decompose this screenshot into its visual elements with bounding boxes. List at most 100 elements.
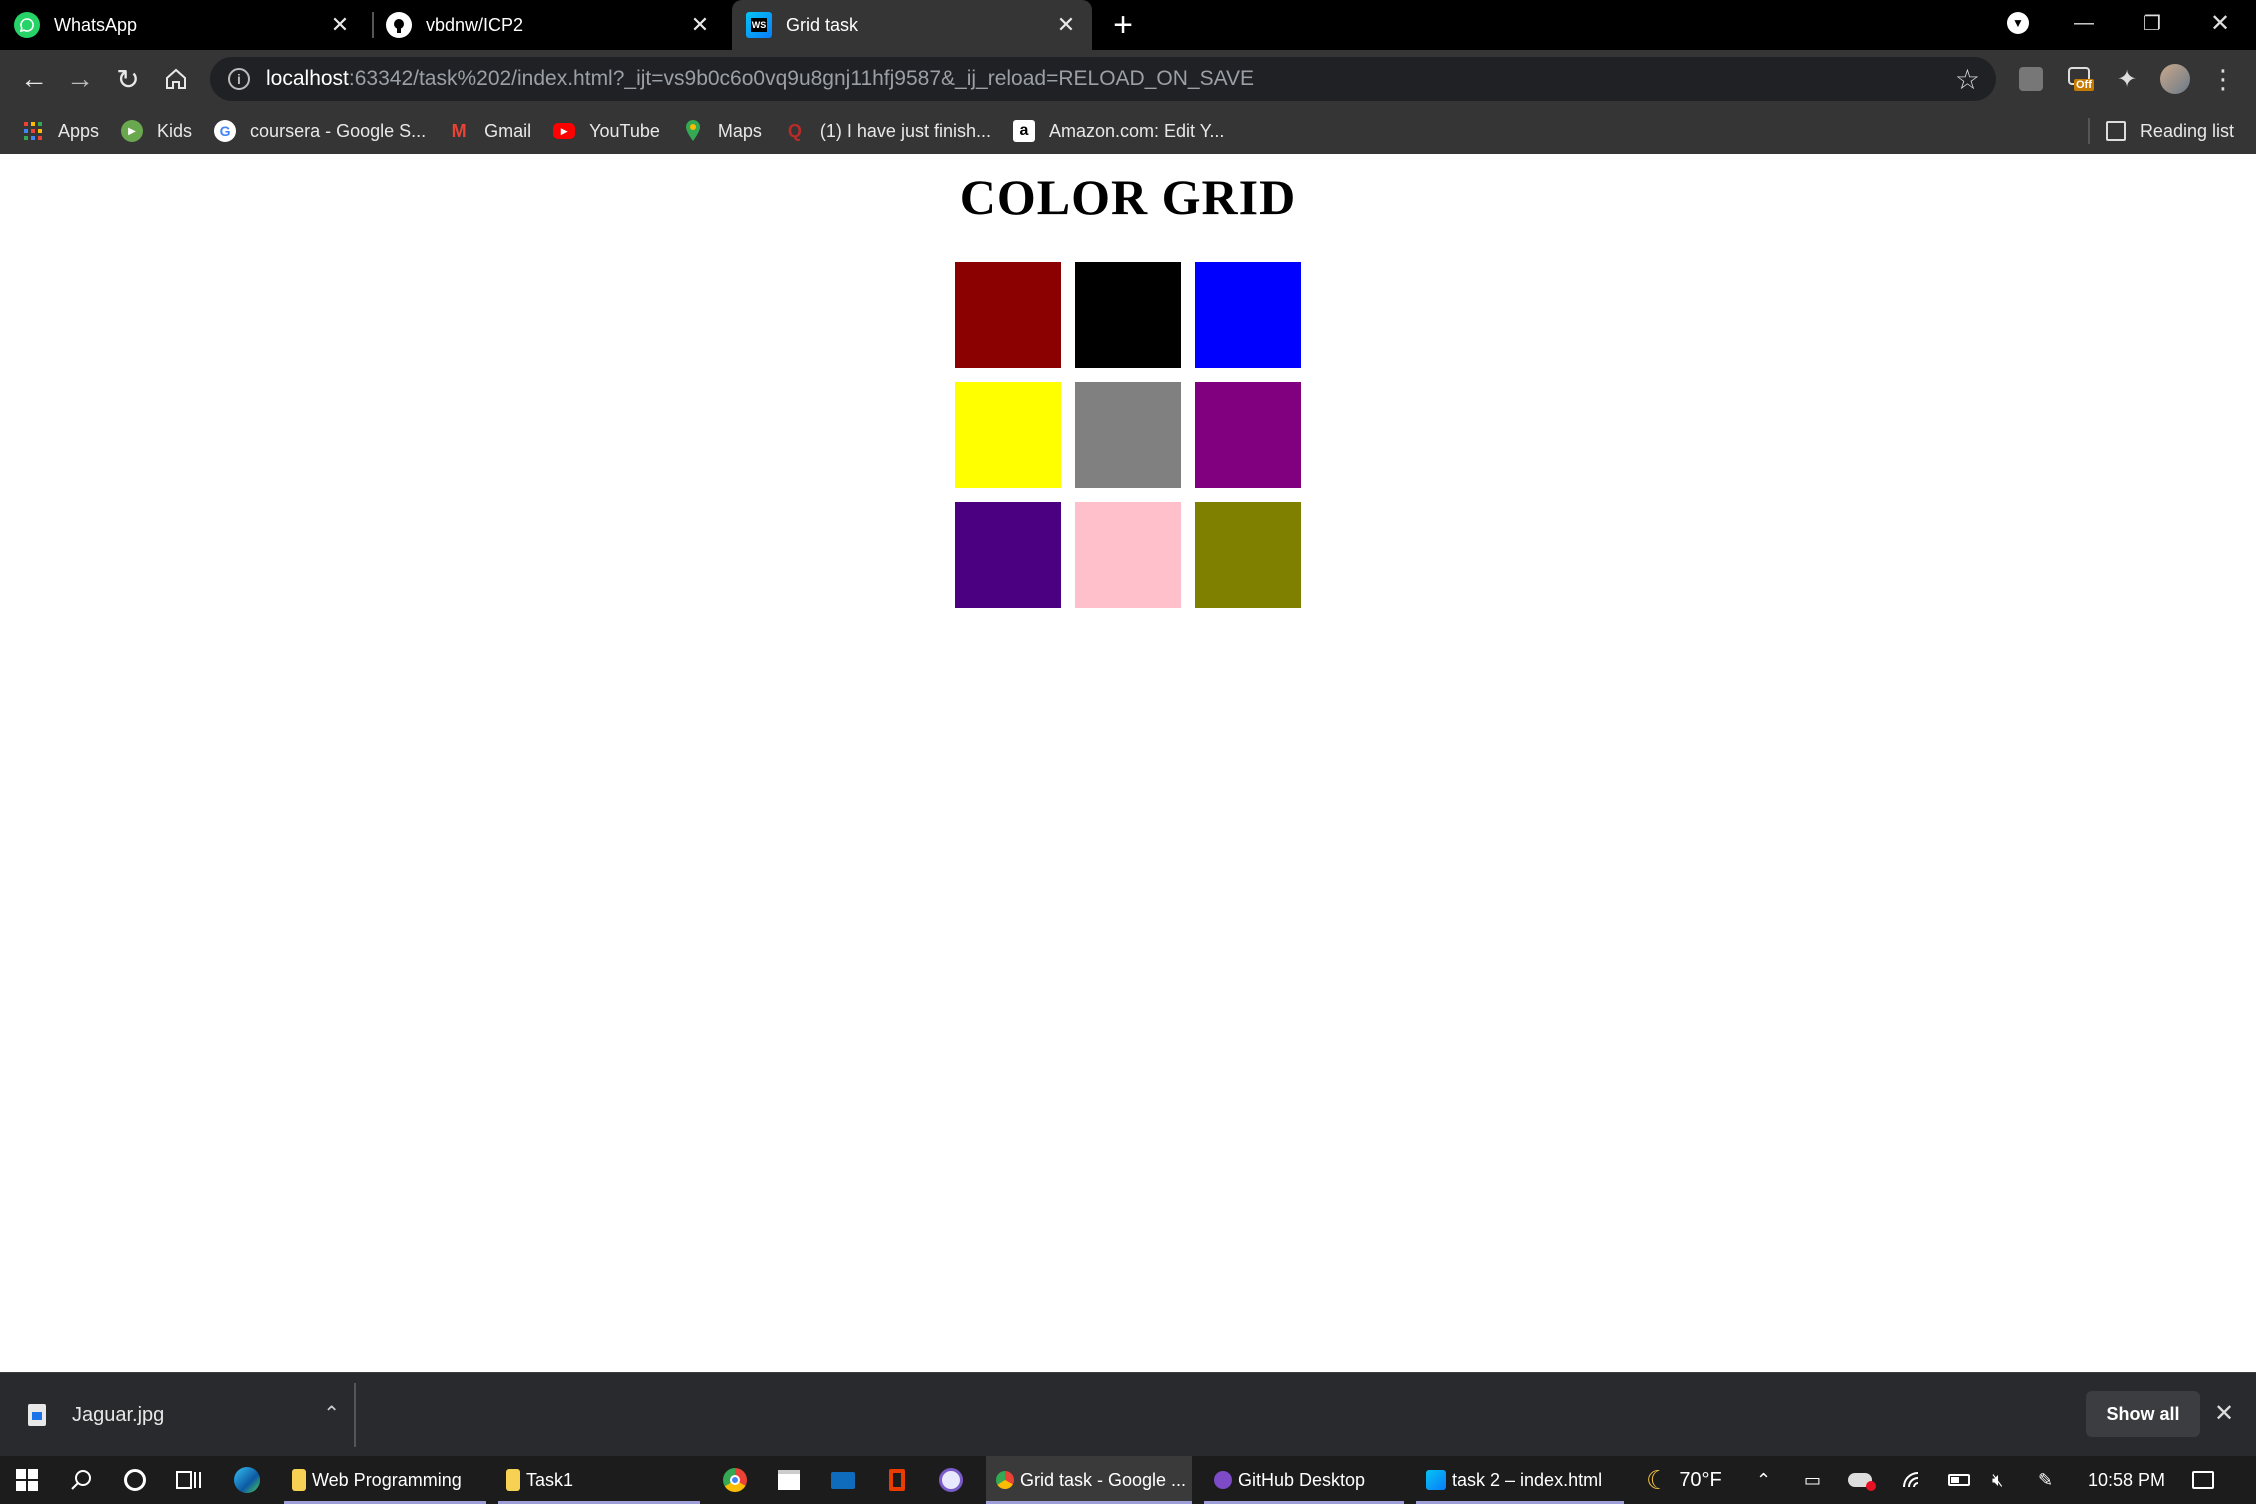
tab-title: WhatsApp	[54, 14, 138, 35]
windows-start-icon[interactable]	[0, 1456, 54, 1504]
color-cell	[955, 262, 1061, 368]
bookmark-label: Kids	[157, 120, 193, 141]
home-icon	[166, 68, 186, 89]
extension-badge: Off	[2074, 79, 2094, 91]
tab-grid-task[interactable]: WS Grid task ✕	[732, 0, 1092, 50]
tab-whatsapp[interactable]: WhatsApp ✕	[14, 0, 366, 50]
apps-grid-icon	[22, 120, 44, 142]
url-path: :63342/task%202/index.html?_ijt=vs9b0c6o…	[348, 67, 1255, 90]
download-filename: Jaguar.jpg	[72, 1403, 165, 1426]
image-file-icon	[28, 1404, 46, 1426]
weather-temp: 70°F	[1679, 1468, 1722, 1491]
tab-github[interactable]: vbdnw/ICP2 ✕	[386, 0, 726, 50]
clock-time: 10:58 PM	[2088, 1469, 2166, 1490]
chevron-up-icon[interactable]: ⌃	[323, 1401, 340, 1426]
folder-icon	[506, 1469, 520, 1491]
show-all-button[interactable]: Show all	[2086, 1391, 2200, 1437]
back-button[interactable]: ←	[14, 60, 54, 98]
download-item[interactable]: Jaguar.jpg ⌃	[28, 1373, 340, 1457]
office-icon[interactable]	[870, 1456, 924, 1504]
url-text: localhost:63342/task%202/index.html?_ijt…	[266, 67, 1254, 91]
extensions-puzzle-icon[interactable]: ✦	[2108, 60, 2146, 98]
tab-title: vbdnw/ICP2	[426, 14, 524, 35]
bookmark-amazon[interactable]: a Amazon.com: Edit Y...	[1012, 120, 1224, 142]
info-icon[interactable]: i	[228, 68, 250, 90]
amazon-icon: a	[1012, 120, 1035, 142]
close-icon[interactable]: ✕	[2214, 1399, 2234, 1428]
folder-icon	[292, 1469, 306, 1491]
bookmark-apps[interactable]: Apps	[22, 120, 99, 142]
volume-muted-icon[interactable]: 🔇︎	[1992, 1456, 2003, 1504]
pen-icon[interactable]: ✎	[2038, 1456, 2053, 1504]
reload-button[interactable]: ↻	[108, 60, 148, 98]
bookmark-quora[interactable]: Q (1) I have just finish...	[784, 120, 991, 142]
close-icon[interactable]: ✕	[326, 11, 354, 39]
window-close-button[interactable]: ✕	[2186, 0, 2254, 46]
maps-pin-icon	[682, 120, 704, 142]
whatsapp-icon	[14, 12, 40, 38]
extension-toggle-icon[interactable]: Off	[2062, 60, 2100, 98]
color-cell	[955, 382, 1061, 488]
taskbar-app-web-programming[interactable]: Web Programming	[284, 1456, 486, 1504]
github-desktop-icon	[1214, 1471, 1232, 1489]
meet-now-icon[interactable]: ▭	[1804, 1456, 1821, 1504]
wifi-icon[interactable]	[1902, 1456, 1924, 1504]
bookmark-label: Maps	[717, 120, 762, 141]
mail-icon[interactable]	[816, 1456, 870, 1504]
bookmark-label: YouTube	[589, 120, 660, 141]
bookmark-label: Apps	[58, 120, 100, 141]
home-button[interactable]	[156, 60, 196, 98]
edge-icon[interactable]	[220, 1456, 274, 1504]
webstorm-icon	[1426, 1470, 1446, 1490]
taskbar-app-label: task 2 – index.html	[1452, 1469, 1603, 1490]
reading-list-label: Reading list	[2139, 120, 2234, 141]
bookmark-star-icon[interactable]: ☆	[1955, 63, 1980, 96]
clock[interactable]: 10:58 PM	[2088, 1456, 2165, 1504]
tab-divider	[372, 12, 374, 38]
bookmark-coursera[interactable]: G coursera - Google S...	[214, 120, 426, 142]
taskbar-app-label: Grid task - Google ...	[1020, 1469, 1187, 1490]
quora-icon: Q	[787, 120, 802, 141]
extension-icon[interactable]	[2012, 60, 2050, 98]
app-icon[interactable]	[924, 1456, 978, 1504]
gmail-icon: M	[451, 120, 467, 141]
bookmark-kids[interactable]: ▶ Kids	[121, 120, 192, 142]
reading-list-button[interactable]: Reading list	[2087, 108, 2234, 154]
new-tab-button[interactable]: +	[1104, 6, 1142, 44]
search-icon[interactable]	[54, 1456, 108, 1504]
task-view-icon[interactable]	[162, 1456, 216, 1504]
reading-list-icon	[2105, 121, 2126, 141]
color-cell	[955, 502, 1061, 608]
taskbar-app-webstorm[interactable]: task 2 – index.html	[1416, 1456, 1624, 1504]
tab-title: Grid task	[786, 14, 859, 35]
taskbar-app-label: GitHub Desktop	[1238, 1469, 1366, 1490]
chevron-up-icon[interactable]: ⌃	[1756, 1456, 1771, 1504]
minimize-button[interactable]: —	[2050, 0, 2118, 46]
restore-button[interactable]: ❐	[2118, 0, 2186, 46]
weather-widget[interactable]: ☾ 70°F	[1646, 1456, 1722, 1504]
taskbar-app-github-desktop[interactable]: GitHub Desktop	[1204, 1456, 1404, 1504]
close-icon[interactable]: ✕	[686, 11, 714, 39]
profile-avatar[interactable]	[2156, 60, 2194, 98]
color-cell	[1195, 382, 1301, 488]
chrome-icon[interactable]	[708, 1456, 762, 1504]
address-bar[interactable]: i localhost:63342/task%202/index.html?_i…	[210, 57, 1996, 101]
taskbar-app-task1[interactable]: Task1	[498, 1456, 700, 1504]
onedrive-icon[interactable]	[1848, 1456, 1876, 1504]
bookmark-label: Gmail	[484, 120, 532, 141]
notifications-icon[interactable]	[2192, 1456, 2214, 1504]
battery-icon[interactable]	[1948, 1456, 1970, 1504]
bookmark-maps[interactable]: Maps	[682, 120, 762, 142]
menu-kebab-icon[interactable]: ⋮	[2204, 60, 2242, 98]
taskbar-app-chrome[interactable]: Grid task - Google ...	[986, 1456, 1192, 1504]
bookmark-gmail[interactable]: M Gmail	[448, 120, 532, 142]
forward-button[interactable]: →	[60, 60, 100, 98]
close-icon[interactable]: ✕	[1052, 11, 1080, 39]
store-icon[interactable]	[762, 1456, 816, 1504]
bookmark-youtube[interactable]: ▶ YouTube	[553, 121, 660, 142]
webstorm-icon: WS	[746, 12, 772, 38]
page-viewport: COLOR GRID	[0, 154, 2256, 1372]
page-title: COLOR GRID	[959, 169, 1297, 225]
tab-search-icon[interactable]: ▼	[1984, 0, 2052, 46]
cortana-icon[interactable]	[108, 1456, 162, 1504]
